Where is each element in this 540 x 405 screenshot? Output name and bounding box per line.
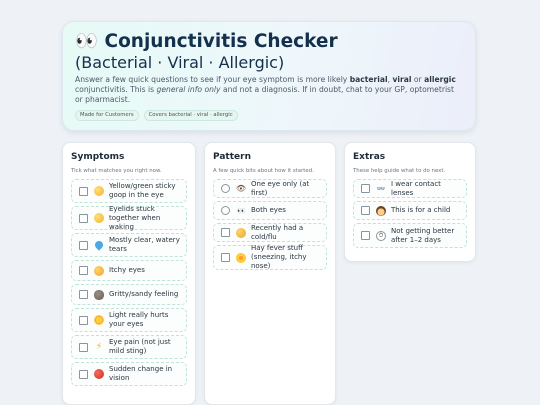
pattern-option[interactable]: 👁 One eye only (at first) <box>213 179 327 198</box>
eyes-icon: 👀 <box>75 31 99 52</box>
pattern-option[interactable]: 👀 Both eyes <box>213 201 327 220</box>
tag-audience: Made for Customers <box>75 110 139 121</box>
symptoms-title: Symptoms <box>71 152 125 162</box>
red-circle-icon <box>94 369 104 379</box>
checkbox[interactable] <box>79 290 88 299</box>
page-subtitle: (Bacterial · Viral · Allergic) <box>75 53 285 72</box>
itchy-face-icon <box>94 265 104 276</box>
glasses-icon: 👓 <box>376 184 386 193</box>
symptom-option[interactable]: Yellow/green sticky goop in the eye <box>71 179 187 203</box>
pattern-option[interactable]: Recently had a cold/flu <box>213 223 327 242</box>
sleepy-face-icon <box>94 213 104 223</box>
symptoms-card: Symptoms Tick what matches you right now… <box>62 142 196 405</box>
symptom-option[interactable]: Eyelids stuck together when waking <box>71 204 187 231</box>
symptom-label: Sudden change in vision <box>109 365 173 382</box>
pattern-label: Both eyes <box>251 206 286 214</box>
checkbox[interactable] <box>79 266 88 275</box>
symptoms-subtitle: Tick what matches you right now. <box>71 168 162 174</box>
symptom-label: Light really hurts your eyes <box>109 311 169 328</box>
extras-label: This is for a child <box>391 206 451 214</box>
checkbox[interactable] <box>221 253 230 262</box>
lightning-icon: ⚡ <box>95 342 103 352</box>
sun-icon <box>94 315 104 325</box>
extras-option[interactable]: ⏱ Not getting better after 1–2 days <box>353 223 467 248</box>
yellow-circle-icon <box>94 186 104 196</box>
symptom-label: Gritty/sandy feeling <box>109 290 179 298</box>
symptom-option[interactable]: Sudden change in vision <box>71 362 187 386</box>
clock-icon: ⏱ <box>376 230 386 241</box>
tag-coverage: Covers bacterial · viral · allergic <box>143 110 238 121</box>
radio-button[interactable] <box>221 206 230 215</box>
symptom-option[interactable]: Mostly clear, watery tears <box>71 233 187 257</box>
extras-subtitle: These help guide what to do next. <box>353 168 446 174</box>
tag-list: Made for Customers Covers bacterial · vi… <box>75 110 463 121</box>
pattern-subtitle: A few quick bits about how it started. <box>213 168 314 174</box>
symptom-option[interactable]: Light really hurts your eyes <box>71 308 187 332</box>
extras-option[interactable]: This is for a child <box>353 201 467 220</box>
pattern-label: Hay fever stuff (sneezing, itchy nose) <box>251 244 307 270</box>
checkbox[interactable] <box>79 315 88 325</box>
pattern-option[interactable]: Hay fever stuff (sneezing, itchy nose) <box>213 244 327 270</box>
symptom-label: Eyelids stuck together when waking <box>109 204 161 231</box>
extras-label: I wear contact lenses <box>391 179 441 197</box>
pattern-label: Recently had a cold/flu <box>251 223 304 241</box>
eyes-icon: 👀 <box>237 206 246 215</box>
checkbox[interactable] <box>361 184 370 193</box>
symptom-option[interactable]: Gritty/sandy feeling <box>71 284 187 305</box>
extras-card: Extras These help guide what to do next.… <box>344 142 476 262</box>
intro-description: Answer a few quick questions to see if y… <box>75 75 456 104</box>
page-title: 👀 Conjunctivitis Checker <box>75 31 463 53</box>
rock-icon <box>94 289 104 300</box>
eye-icon: 👁 <box>235 183 247 193</box>
symptom-label: Itchy eyes <box>109 266 145 274</box>
hero-card: 👀 Conjunctivitis Checker (Bacterial · Vi… <box>62 21 476 131</box>
checkbox[interactable] <box>221 228 230 237</box>
pattern-label: One eye only (at first) <box>251 179 310 197</box>
pattern-title: Pattern <box>213 152 251 162</box>
symptom-label: Mostly clear, watery tears <box>109 236 180 253</box>
checkbox[interactable] <box>79 369 88 379</box>
checkbox[interactable] <box>79 186 88 196</box>
checkbox[interactable] <box>361 231 370 240</box>
checkbox[interactable] <box>79 240 88 250</box>
extras-option[interactable]: 👓 I wear contact lenses <box>353 179 467 198</box>
checkbox[interactable] <box>79 342 88 352</box>
child-icon <box>376 205 386 216</box>
pattern-card: Pattern A few quick bits about how it st… <box>204 142 336 405</box>
water-drop-icon <box>93 239 105 251</box>
radio-button[interactable] <box>221 184 230 193</box>
symptom-option[interactable]: Itchy eyes <box>71 260 187 281</box>
symptom-option[interactable]: ⚡ Eye pain (not just mild sting) <box>71 335 187 359</box>
checkbox[interactable] <box>361 206 370 215</box>
extras-label: Not getting better after 1–2 days <box>391 226 455 244</box>
symptom-label: Yellow/green sticky goop in the eye <box>109 182 176 199</box>
cold-face-icon <box>236 227 246 238</box>
extras-title: Extras <box>353 152 386 162</box>
flower-icon <box>236 252 246 263</box>
title-text: Conjunctivitis Checker <box>104 31 338 52</box>
symptom-label: Eye pain (not just mild sting) <box>109 338 171 355</box>
checkbox[interactable] <box>79 213 88 223</box>
